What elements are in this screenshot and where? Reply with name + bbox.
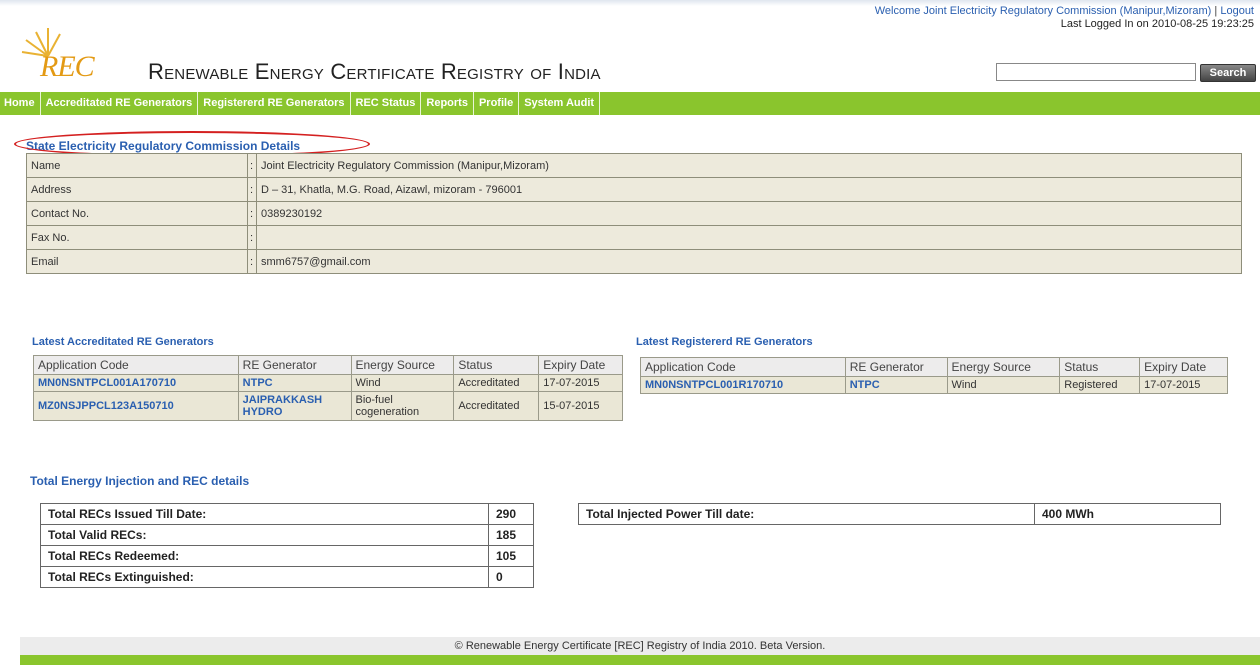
nav-item-rec-status[interactable]: REC Status bbox=[351, 92, 422, 115]
generator-link[interactable]: JAIPRAKKASH HYDRO bbox=[237, 391, 352, 421]
status-cell: Registered bbox=[1059, 376, 1141, 394]
total-value: 290 bbox=[488, 503, 534, 525]
accredited-generators-table: Application Code RE Generator Energy Sou… bbox=[33, 355, 623, 421]
column-header: Energy Source bbox=[946, 357, 1061, 377]
footer-copyright: © Renewable Energy Certificate [REC] Reg… bbox=[20, 637, 1260, 655]
detail-label: Contact No. bbox=[26, 201, 248, 226]
site-title: Renewable Energy Certificate Registry of… bbox=[148, 59, 601, 84]
table-row: MZ0NSJPPCL123A150710 JAIPRAKKASH HYDRO B… bbox=[33, 391, 623, 421]
column-header: Expiry Date bbox=[1139, 357, 1228, 377]
total-label: Total RECs Redeemed: bbox=[40, 545, 489, 567]
application-code-link[interactable]: MN0NSNTPCL001A170710 bbox=[33, 374, 239, 392]
status-cell: Accreditated bbox=[453, 391, 540, 421]
energy-source-cell: Bio-fuel cogeneration bbox=[350, 391, 455, 421]
nav-item-home[interactable]: Home bbox=[0, 92, 41, 115]
table-row: Total Valid RECs: 185 bbox=[40, 524, 534, 546]
detail-colon: : bbox=[247, 177, 257, 202]
column-header: Application Code bbox=[640, 357, 846, 377]
energy-source-cell: Wind bbox=[350, 374, 455, 392]
welcome-text: Welcome Joint Electricity Regulatory Com… bbox=[874, 5, 1212, 17]
search-input[interactable] bbox=[996, 63, 1196, 81]
table-row: Total Injected Power Till date: 400 MWh bbox=[578, 503, 1221, 525]
column-header: RE Generator bbox=[844, 357, 948, 377]
power-value: 400 MWh bbox=[1034, 503, 1221, 525]
table-row: Name : Joint Electricity Regulatory Comm… bbox=[26, 153, 1242, 178]
column-header: Status bbox=[453, 355, 540, 375]
total-label: Total RECs Extinguished: bbox=[40, 566, 489, 588]
welcome-area: Welcome Joint Electricity Regulatory Com… bbox=[875, 5, 1254, 31]
total-value: 0 bbox=[488, 566, 534, 588]
main-nav: Home Accreditated RE Generators Register… bbox=[0, 92, 1260, 115]
table-row: MN0NSNTPCL001A170710 NTPC Wind Accredita… bbox=[33, 374, 623, 392]
total-label: Total Valid RECs: bbox=[40, 524, 489, 546]
welcome-separator: | bbox=[1214, 5, 1218, 17]
logout-link[interactable]: Logout bbox=[1220, 5, 1254, 17]
logo-text: REC bbox=[40, 50, 95, 83]
generator-link[interactable]: NTPC bbox=[844, 376, 948, 394]
table-header-row: Application Code RE Generator Energy Sou… bbox=[640, 357, 1228, 377]
nav-item-registered-generators[interactable]: Registererd RE Generators bbox=[198, 92, 351, 115]
table-row: Total RECs Issued Till Date: 290 bbox=[40, 503, 534, 525]
column-header: RE Generator bbox=[237, 355, 352, 375]
detail-label: Email bbox=[26, 249, 248, 274]
registered-section-title: Latest Registererd RE Generators bbox=[636, 336, 813, 348]
status-cell: Accreditated bbox=[453, 374, 540, 392]
table-row: Total RECs Extinguished: 0 bbox=[40, 566, 534, 588]
last-logged-in: Last Logged In on 2010-08-25 19:23:25 bbox=[1060, 18, 1254, 30]
total-value: 105 bbox=[488, 545, 534, 567]
totals-section-title: Total Energy Injection and REC details bbox=[30, 474, 250, 488]
nav-item-system-audit[interactable]: System Audit bbox=[519, 92, 601, 115]
expiry-date-cell: 17-07-2015 bbox=[1139, 376, 1228, 394]
column-header: Application Code bbox=[33, 355, 239, 375]
detail-label: Fax No. bbox=[26, 225, 248, 250]
accredited-section-title: Latest Accreditated RE Generators bbox=[32, 336, 214, 348]
power-label: Total Injected Power Till date: bbox=[578, 503, 1035, 525]
detail-value: Joint Electricity Regulatory Commission … bbox=[256, 153, 1242, 178]
injected-power-table: Total Injected Power Till date: 400 MWh bbox=[578, 503, 1221, 525]
total-label: Total RECs Issued Till Date: bbox=[40, 503, 489, 525]
application-code-link[interactable]: MZ0NSJPPCL123A150710 bbox=[33, 391, 239, 421]
detail-value: smm6757@gmail.com bbox=[256, 249, 1242, 274]
table-row: Fax No. : bbox=[26, 225, 1242, 250]
nav-item-reports[interactable]: Reports bbox=[421, 92, 474, 115]
nav-item-accreditated-generators[interactable]: Accreditated RE Generators bbox=[41, 92, 199, 115]
detail-value: 0389230192 bbox=[256, 201, 1242, 226]
column-header: Energy Source bbox=[350, 355, 455, 375]
detail-colon: : bbox=[247, 201, 257, 226]
detail-label: Name bbox=[26, 153, 248, 178]
table-header-row: Application Code RE Generator Energy Sou… bbox=[33, 355, 623, 375]
expiry-date-cell: 15-07-2015 bbox=[538, 391, 623, 421]
nav-item-profile[interactable]: Profile bbox=[474, 92, 520, 115]
detail-label: Address bbox=[26, 177, 248, 202]
detail-value: D – 31, Khatla, M.G. Road, Aizawl, mizor… bbox=[256, 177, 1242, 202]
registered-generators-table: Application Code RE Generator Energy Sou… bbox=[640, 357, 1228, 394]
column-header: Status bbox=[1059, 357, 1141, 377]
search-button[interactable]: Search bbox=[1200, 64, 1256, 82]
commission-details-table: Name : Joint Electricity Regulatory Comm… bbox=[26, 153, 1242, 274]
table-row: Contact No. : 0389230192 bbox=[26, 201, 1242, 226]
energy-source-cell: Wind bbox=[946, 376, 1061, 394]
application-code-link[interactable]: MN0NSNTPCL001R170710 bbox=[640, 376, 846, 394]
total-value: 185 bbox=[488, 524, 534, 546]
detail-value bbox=[256, 225, 1242, 250]
table-row: Total RECs Redeemed: 105 bbox=[40, 545, 534, 567]
expiry-date-cell: 17-07-2015 bbox=[538, 374, 623, 392]
rec-totals-table: Total RECs Issued Till Date: 290 Total V… bbox=[40, 503, 534, 588]
detail-colon: : bbox=[247, 249, 257, 274]
detail-colon: : bbox=[247, 153, 257, 178]
detail-colon: : bbox=[247, 225, 257, 250]
table-row: MN0NSNTPCL001R170710 NTPC Wind Registere… bbox=[640, 376, 1228, 394]
table-row: Address : D – 31, Khatla, M.G. Road, Aiz… bbox=[26, 177, 1242, 202]
footer-bar bbox=[20, 655, 1260, 665]
table-row: Email : smm6757@gmail.com bbox=[26, 249, 1242, 274]
generator-link[interactable]: NTPC bbox=[237, 374, 352, 392]
column-header: Expiry Date bbox=[538, 355, 623, 375]
